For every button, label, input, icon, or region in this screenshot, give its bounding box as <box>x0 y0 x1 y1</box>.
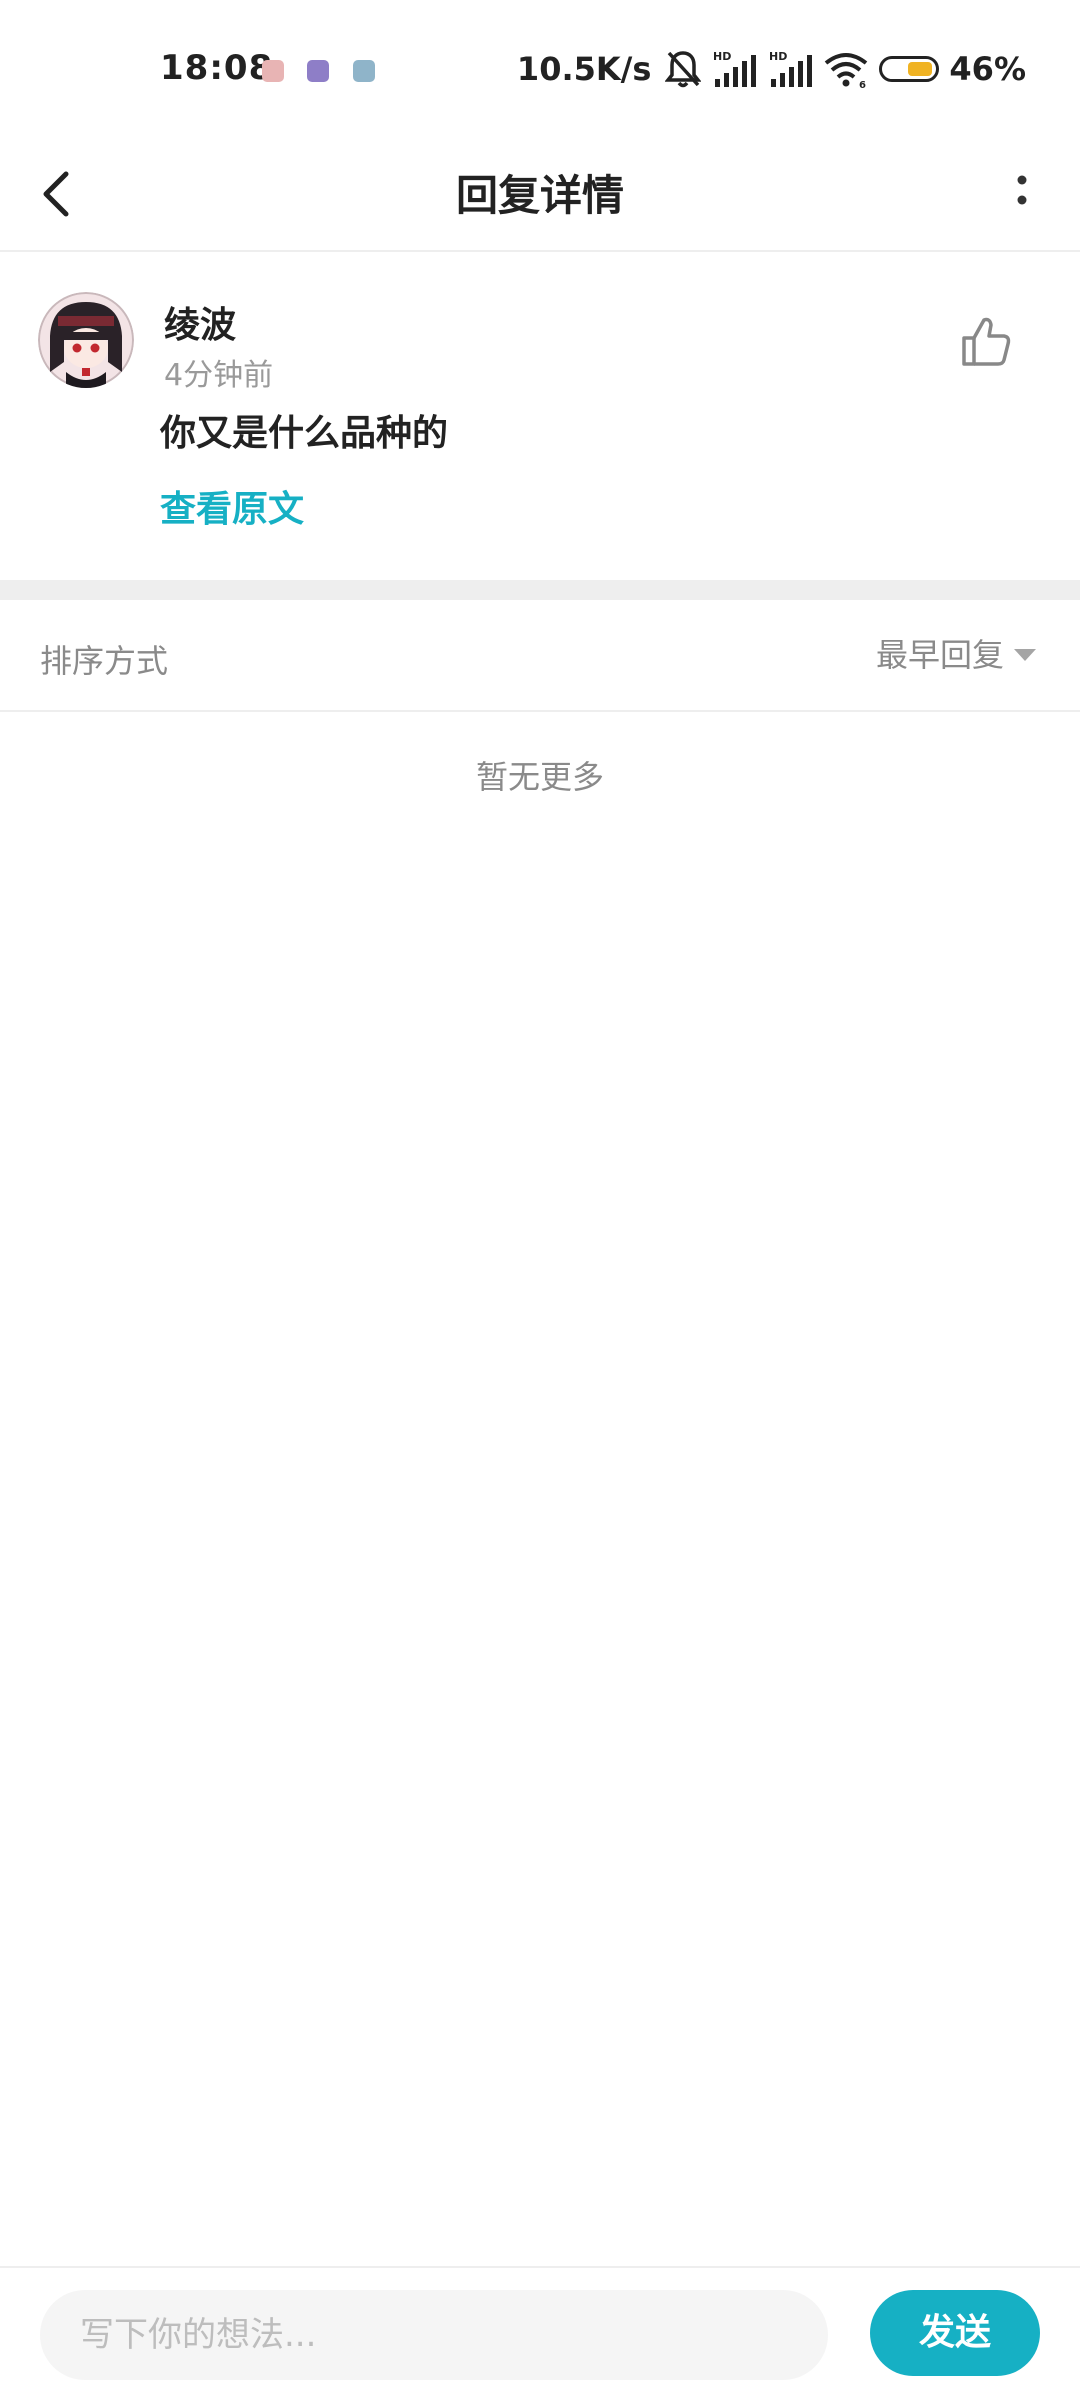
app-notification-icon <box>262 60 284 82</box>
reply-text: 你又是什么品种的 <box>160 413 449 454</box>
svg-text:HD: HD <box>769 50 787 63</box>
battery-level-fill <box>908 62 933 76</box>
user-name[interactable]: 绫波 <box>164 296 236 348</box>
thumbs-up-icon[interactable] <box>956 312 1016 372</box>
more-vertical-icon[interactable] <box>992 164 1052 224</box>
sort-label: 排序方式 <box>40 642 169 680</box>
signal-hd-icon: HD <box>769 50 813 87</box>
reply-card: 绫波 4分钟前 你又是什么品种的 查看原文 <box>0 252 1080 580</box>
sort-selected-value: 最早回复 <box>875 636 1004 674</box>
bell-muted-icon <box>665 51 702 88</box>
battery-icon <box>879 56 940 82</box>
network-speed: 10.5K/s <box>516 50 652 88</box>
send-button[interactable]: 发送 <box>870 2290 1040 2376</box>
avatar[interactable] <box>38 292 134 388</box>
comment-input[interactable] <box>40 2290 828 2380</box>
status-time: 18:08 <box>160 48 274 88</box>
sort-row: 排序方式 最早回复 <box>0 600 1080 712</box>
empty-list-text: 暂无更多 <box>475 758 604 796</box>
svg-text:6: 6 <box>859 80 866 89</box>
status-bar: 18:08 10.5K/s HD HD 6 46% <box>0 0 1080 140</box>
view-original-link[interactable]: 查看原文 <box>160 480 304 532</box>
battery-percent: 46% <box>949 50 1026 88</box>
app-notification-icon <box>307 60 329 82</box>
svg-text:HD: HD <box>713 50 731 63</box>
post-time: 4分钟前 <box>164 358 274 393</box>
caret-down-icon <box>1014 649 1036 661</box>
sort-dropdown[interactable]: 最早回复 <box>876 630 1036 676</box>
signal-hd-icon: HD <box>713 50 757 87</box>
page-title: 回复详情 <box>455 171 624 220</box>
comment-composer: 发送 <box>0 2266 1080 2400</box>
section-divider <box>0 580 1080 600</box>
reply-detail-screen: 18:08 10.5K/s HD HD 6 46% 回复详情 绫波 4分钟前 你… <box>0 0 1080 2400</box>
wifi-icon: 6 <box>825 53 868 89</box>
nav-bar: 回复详情 <box>0 140 1080 252</box>
app-notification-icon <box>353 60 375 82</box>
status-right-group: 10.5K/s HD HD 6 46% <box>517 44 1026 94</box>
